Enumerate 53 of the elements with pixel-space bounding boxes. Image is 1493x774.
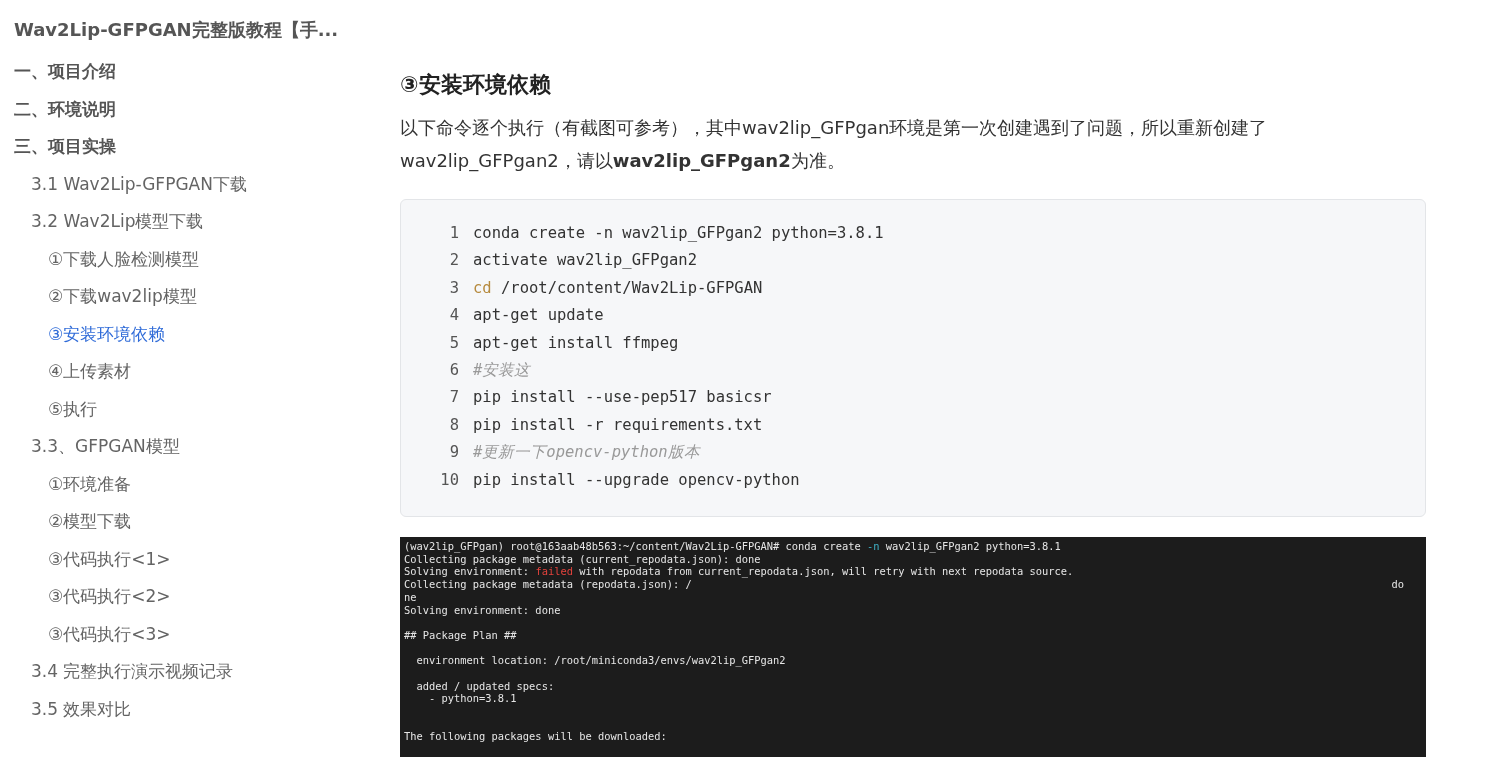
toc-link[interactable]: ①环境准备	[48, 465, 132, 503]
toc-link[interactable]: 二、环境说明	[14, 90, 116, 128]
terminal-line: added / updated specs:	[415, 679, 556, 693]
toc-link[interactable]: ⑤执行	[48, 390, 98, 428]
terminal-line: ## Package Plan ##	[404, 628, 518, 642]
line-number: 2	[448, 250, 459, 272]
terminal-line: environment location: /root/miniconda3/envs/wav2lip_GFPgan2	[415, 654, 787, 667]
line-number: 8	[448, 414, 459, 436]
terminal-line: The following packages will be downloaded:	[404, 730, 668, 744]
toc-link[interactable]: ③安装环境依赖	[48, 315, 166, 353]
toc-link[interactable]: ①下载人脸检测模型	[48, 240, 200, 278]
line-number: 7	[448, 387, 459, 409]
toc-link[interactable]: ③代码执行<3>	[48, 615, 171, 653]
toc-link[interactable]: 三、项目实操	[14, 128, 116, 166]
terminal-line: Solving environment: done	[404, 603, 562, 617]
terminal-line: Solving environment: failed with repodata from current_repodata.json, will retry with next repodata source.	[404, 565, 1075, 579]
toc-link[interactable]: 3.4 完整执行演示视频记录	[31, 653, 234, 691]
code-line: #更新一下opencv-python版本	[473, 442, 700, 464]
toc-link[interactable]: ④上传素材	[48, 353, 132, 391]
line-number: 9	[448, 442, 459, 464]
toc-link[interactable]: ②下载wav2lip模型	[48, 278, 197, 316]
line-number: 4	[448, 305, 459, 327]
terminal-line: Collecting package metadata (current_repodata.json): done	[404, 552, 762, 566]
terminal-line: (wav2lip_GFPgan) root@163aab48b563:~/content/Wav2Lip-GFPGAN# conda create -n wav2lip_GFPgan2 python=3.8.1	[404, 540, 1062, 553]
line-number: 5	[448, 332, 459, 354]
terminal-line: Collecting package metadata (repodata.json): /	[404, 578, 693, 591]
paragraph: 以下命令逐个执行（有截图可参考），其中wav2lip_GFPgan环境是第一次创建遇到了问题，所以重新创建了wav2lip_GFPgan2，请以wav2lip_GFPgan2为准。	[400, 116, 1269, 174]
code-line: pip install -r requirements.txt	[473, 414, 763, 436]
code-line: #安装这	[473, 360, 531, 382]
code-line: activate wav2lip_GFPgan2	[473, 250, 697, 272]
line-number: 3	[448, 277, 459, 299]
toc-link[interactable]: ③代码执行<2>	[48, 578, 171, 616]
terminal-line: do	[1391, 578, 1404, 591]
toc-link[interactable]: ②模型下载	[48, 503, 132, 541]
code-line: apt-get install ffmpeg	[473, 332, 679, 354]
code-line: cd /root/content/Wav2Lip-GFPGAN	[473, 277, 763, 299]
terminal-line: - python=3.8.1	[428, 692, 518, 705]
toc-link[interactable]: 3.1 Wav2Lip-GFPGAN下载	[31, 165, 247, 203]
section-heading: ③安装环境依赖	[400, 71, 552, 99]
toc-link[interactable]: ③代码执行<1>	[48, 540, 171, 578]
code-line: apt-get update	[473, 305, 604, 327]
terminal-line: ne	[404, 590, 418, 604]
toc-link[interactable]: 3.2 Wav2Lip模型下载	[31, 203, 204, 241]
toc-title[interactable]: Wav2Lip-GFPGAN完整版教程【手...	[14, 16, 400, 43]
line-number: 6	[448, 360, 459, 382]
line-number: 1	[448, 223, 459, 244]
code-line: pip install --use-pep517 basicsr	[473, 387, 772, 409]
code-line: pip install --upgrade opencv-python	[473, 469, 800, 491]
toc-link[interactable]: 3.3、GFPGAN模型	[31, 428, 180, 466]
code-line: conda create -n wav2lip_GFPgan2 python=3.8.1	[473, 223, 884, 244]
line-number: 10	[439, 469, 459, 491]
toc-link[interactable]: 3.5 效果对比	[31, 690, 132, 728]
toc-link[interactable]: 一、项目介绍	[14, 53, 116, 91]
